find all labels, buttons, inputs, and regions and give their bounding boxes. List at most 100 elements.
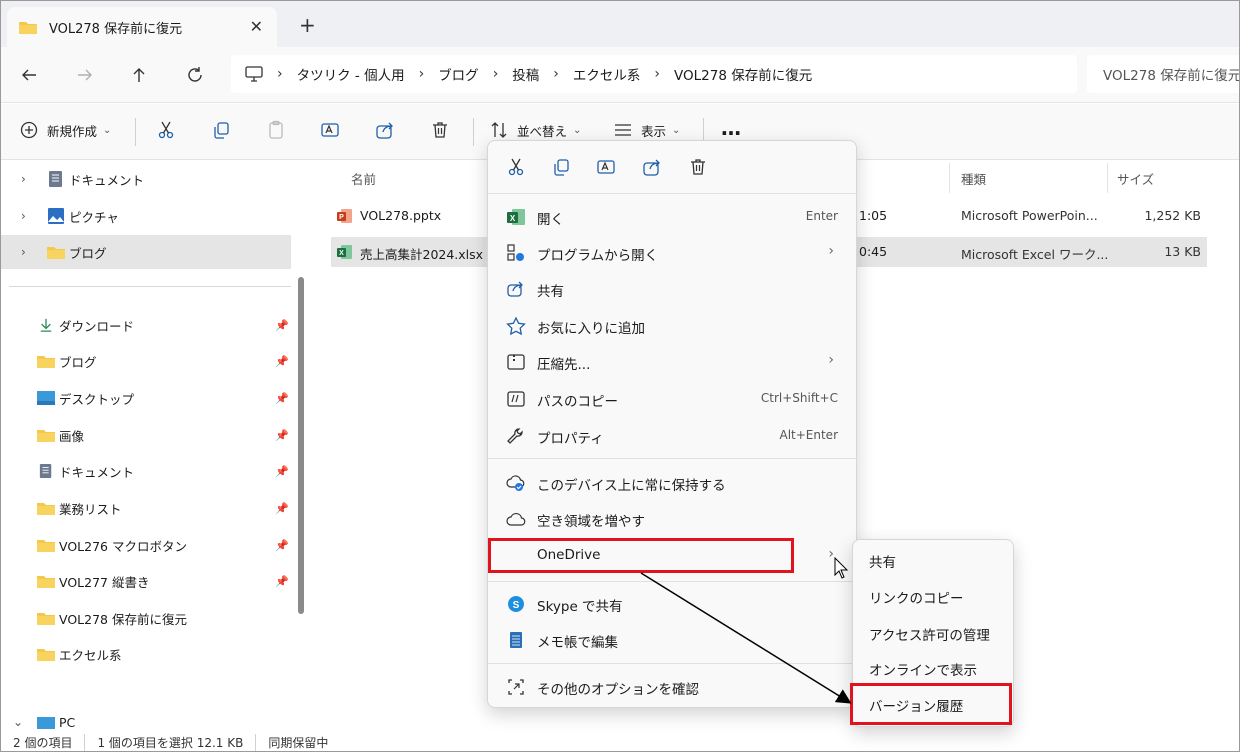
sidebar-item-blog-quick[interactable]: ブログ 📌 — [1, 344, 291, 378]
title-bar: VOL278 保存前に復元 ✕ + — [1, 1, 1239, 47]
pin-icon[interactable]: 📌 — [275, 539, 289, 552]
sidebar-item-downloads[interactable]: ダウンロード 📌 — [1, 308, 291, 342]
cut-button[interactable] — [156, 120, 176, 140]
copy-button[interactable] — [211, 120, 231, 140]
breadcrumb-blog[interactable]: ブログ › — [438, 64, 512, 84]
paste-icon — [269, 120, 283, 139]
breadcrumb-current[interactable]: VOL278 保存前に復元 — [674, 64, 812, 84]
menu-item-open-with[interactable]: プログラムから開く › — [492, 236, 854, 270]
sidebar-item-documents[interactable]: › ドキュメント — [1, 162, 291, 196]
folder-icon — [37, 576, 55, 588]
pin-icon[interactable]: 📌 — [275, 319, 289, 332]
menu-item-copy-path[interactable]: パスのコピー Ctrl+Shift+C — [492, 382, 854, 416]
submenu-item-copy-link[interactable]: リンクのコピー — [869, 587, 964, 607]
folder-icon — [19, 22, 37, 34]
cut-button[interactable] — [504, 155, 528, 179]
pin-icon[interactable]: 📌 — [275, 429, 289, 442]
copy-path-icon — [507, 391, 525, 407]
skype-icon: S — [508, 596, 524, 612]
sidebar-item-desktop[interactable]: デスクトップ 📌 — [1, 381, 291, 415]
back-arrow-icon[interactable] — [15, 61, 43, 89]
pin-icon[interactable]: 📌 — [275, 575, 289, 588]
rename-button[interactable] — [594, 155, 618, 179]
sidebar-item-excel[interactable]: エクセル系 — [1, 637, 291, 671]
context-quick-actions — [488, 141, 858, 191]
refresh-icon[interactable] — [181, 61, 209, 89]
share-button[interactable] — [375, 120, 395, 140]
sidebar-item-vol278[interactable]: VOL278 保存前に復元 — [1, 601, 291, 635]
menu-item-properties[interactable]: プロパティ Alt+Enter — [492, 419, 854, 453]
menu-item-notepad[interactable]: メモ帳で編集 — [492, 623, 854, 657]
delete-button[interactable] — [686, 155, 710, 179]
sidebar-item-documents-quick[interactable]: ドキュメント 📌 — [1, 454, 291, 488]
submenu-item-manage-access[interactable]: アクセス許可の管理 — [869, 624, 990, 644]
copy-button[interactable] — [549, 155, 573, 179]
sidebar-item-blog[interactable]: › ブログ — [1, 235, 291, 269]
status-sync: 同期保留中 — [268, 735, 329, 750]
up-arrow-icon[interactable] — [125, 61, 153, 89]
new-button[interactable]: 新規作成 ⌄ — [19, 120, 111, 140]
new-tab-button[interactable]: + — [299, 13, 316, 37]
mouse-cursor-icon — [834, 557, 849, 579]
notepad-icon — [510, 632, 522, 648]
menu-item-skype[interactable]: S Skype で共有 — [492, 587, 854, 621]
chevron-right-icon[interactable]: › — [21, 209, 26, 223]
menu-item-more-options[interactable]: その他のオプションを確認 — [492, 670, 854, 704]
highlight-box-version-history — [850, 683, 1012, 725]
sidebar-item-pc[interactable]: ⌄ PC — [1, 713, 291, 731]
cloud-icon — [506, 512, 526, 526]
column-header-size[interactable]: サイズ — [1117, 169, 1154, 188]
breadcrumb-onedrive[interactable]: タツリク - 個人用 › — [297, 64, 439, 84]
sidebar-item-vol277[interactable]: VOL277 縦書き 📌 — [1, 564, 291, 598]
forward-arrow-icon[interactable] — [71, 61, 99, 89]
sidebar-item-pictures[interactable]: › ピクチャ — [1, 199, 291, 233]
search-input[interactable]: VOL278 保存前に復元の検索 — [1087, 55, 1239, 93]
chevron-right-icon[interactable]: › — [21, 245, 26, 259]
picture-icon — [48, 208, 64, 224]
breadcrumb-posts[interactable]: 投稿 › — [512, 64, 573, 84]
breadcrumb-excel[interactable]: エクセル系 › — [573, 64, 674, 84]
pin-icon[interactable]: 📌 — [275, 355, 289, 368]
menu-item-keep-on-device[interactable]: このデバイス上に常に保持する — [492, 466, 854, 500]
chevron-right-icon[interactable]: › — [21, 172, 26, 186]
menu-item-free-up-space[interactable]: 空き領域を増やす — [492, 502, 854, 536]
close-tab-icon[interactable]: ✕ — [250, 17, 263, 36]
pin-icon[interactable]: 📌 — [275, 392, 289, 405]
submenu-item-view-online[interactable]: オンラインで表示 — [869, 659, 977, 679]
tab-title: VOL278 保存前に復元 — [49, 21, 183, 37]
delete-button[interactable] — [430, 120, 450, 140]
menu-item-share[interactable]: 共有 — [492, 272, 854, 306]
menu-item-open[interactable]: X 開く Enter — [492, 200, 854, 234]
paste-button[interactable] — [266, 120, 286, 140]
column-header-name[interactable]: 名前 — [351, 169, 376, 188]
chevron-down-icon: ⌄ — [103, 124, 112, 136]
view-list-icon — [615, 124, 631, 136]
scissors-icon — [158, 121, 174, 139]
submenu-item-share[interactable]: 共有 — [869, 551, 896, 571]
chevron-right-icon: › — [828, 243, 834, 259]
pin-icon[interactable]: 📌 — [275, 465, 289, 478]
chevron-down-icon: ⌄ — [573, 124, 582, 136]
sort-button[interactable]: 並べ替え ⌄ — [489, 120, 581, 140]
pc-icon — [37, 717, 55, 729]
sidebar-scrollbar[interactable] — [298, 277, 304, 614]
address-bar[interactable]: › タツリク - 個人用 › ブログ › 投稿 › エクセル系 › VOL278 保存前… — [231, 55, 1077, 93]
share-button[interactable] — [640, 155, 664, 179]
pin-icon[interactable]: 📌 — [275, 502, 289, 515]
chevron-down-icon[interactable]: ⌄ — [13, 715, 23, 729]
folder-icon — [37, 356, 55, 368]
folder-icon — [37, 649, 55, 661]
menu-item-favorite[interactable]: お気に入りに追加 — [492, 309, 854, 343]
tab-current[interactable]: VOL278 保存前に復元 ✕ — [7, 7, 277, 47]
more-button[interactable]: … — [721, 116, 741, 140]
menu-item-compress[interactable]: 圧縮先... › — [492, 345, 854, 379]
folder-icon — [37, 503, 55, 515]
sidebar-item-vol276[interactable]: VOL276 マクロボタン 📌 — [1, 528, 291, 562]
rename-button[interactable] — [320, 120, 340, 140]
view-button[interactable]: 表示 ⌄ — [613, 120, 680, 140]
column-header-type[interactable]: 種類 — [961, 169, 986, 188]
plus-circle-icon — [20, 121, 38, 139]
sidebar-item-images[interactable]: 画像 📌 — [1, 418, 291, 452]
sidebar-item-work-list[interactable]: 業務リスト 📌 — [1, 491, 291, 525]
open-with-icon — [507, 244, 524, 261]
